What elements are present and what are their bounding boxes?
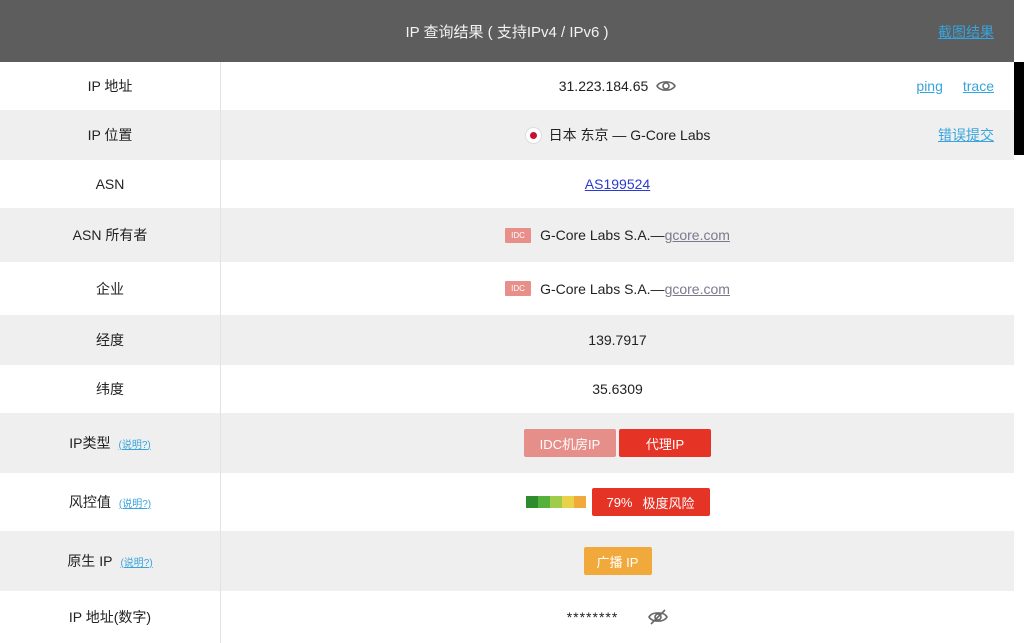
- asn-link[interactable]: AS199524: [585, 176, 650, 192]
- ip-address-value: 31.223.184.65: [558, 78, 649, 94]
- label-ip-type-cell: IP类型 (说明?): [0, 413, 221, 473]
- risk-level-text: 极度风险: [642, 495, 695, 511]
- latitude-value: 35.6309: [592, 381, 643, 397]
- company-name: G-Core Labs S.A.—: [540, 280, 665, 297]
- ip-tools: ping trace: [916, 62, 994, 110]
- risk-badge: 79% 极度风险: [591, 488, 710, 516]
- risk-bar-segment: [573, 496, 586, 508]
- label-native-ip-cell: 原生 IP (说明?): [0, 531, 221, 591]
- ip-number-masked-value: ********: [566, 609, 619, 625]
- risk-help-link[interactable]: (说明?): [119, 495, 151, 510]
- report-error-link[interactable]: 错误提交: [938, 125, 994, 145]
- tag-idc-ip: IDC机房IP: [524, 429, 616, 457]
- risk-bar-segment: [561, 496, 574, 508]
- risk-bar-segment: [549, 496, 562, 508]
- asn-owner-domain-link[interactable]: gcore.com: [665, 227, 730, 243]
- longitude-value: 139.7917: [588, 332, 647, 348]
- label-risk-score: 风控值: [68, 494, 111, 510]
- risk-bar-segment: [537, 496, 550, 508]
- asn-owner-name: G-Core Labs S.A.—: [540, 227, 665, 243]
- label-asn-owner: ASN 所有者: [0, 208, 221, 262]
- row-asn: ASN AS199524: [0, 160, 1014, 208]
- value-native-ip-cell: 广播 IP: [221, 531, 1014, 591]
- ping-link[interactable]: ping: [916, 78, 942, 94]
- value-ip-type-cell: IDC机房IP 代理IP: [221, 413, 1014, 473]
- tag-broadcast-ip: 广播 IP: [583, 547, 652, 575]
- label-latitude: 纬度: [0, 365, 221, 413]
- value-ip-location-cell: 日本 东京 — G-Core Labs 错误提交: [221, 110, 1014, 160]
- risk-percent: 79%: [606, 494, 633, 510]
- tag-proxy-ip: 代理IP: [619, 429, 711, 457]
- label-ip-type: IP类型: [69, 435, 111, 451]
- label-asn: ASN: [0, 160, 221, 208]
- row-risk-score: 风控值 (说明?) 79% 极度风险: [0, 473, 1014, 531]
- label-longitude: 经度: [0, 315, 221, 365]
- ip-location-value: 日本 东京 — G-Core Labs: [548, 127, 711, 143]
- value-company-cell: IDC G-Core Labs S.A.— gcore.com: [221, 262, 1014, 315]
- value-ip-number-cell: ********: [221, 591, 1014, 643]
- eye-slash-icon[interactable]: [648, 609, 669, 625]
- ip-result-panel: IP 查询结果 ( 支持IPv4 / IPv6 ) 截图结果 IP 地址 31.…: [0, 0, 1014, 643]
- row-latitude: 纬度 35.6309: [0, 365, 1014, 413]
- location-tools: 错误提交: [938, 110, 994, 160]
- row-company: 企业 IDC G-Core Labs S.A.— gcore.com: [0, 262, 1014, 315]
- value-ip-address-cell: 31.223.184.65 ping trace: [221, 62, 1014, 110]
- label-native-ip: 原生 IP: [67, 553, 113, 569]
- label-company: 企业: [0, 262, 221, 315]
- screenshot-result-link[interactable]: 截图结果: [938, 22, 994, 42]
- row-longitude: 经度 139.7917: [0, 315, 1014, 365]
- risk-bar-segment: [525, 496, 538, 508]
- label-ip-number: IP 地址(数字): [0, 591, 221, 643]
- value-asn-owner-cell: IDC G-Core Labs S.A.— gcore.com: [221, 208, 1014, 262]
- result-header: IP 查询结果 ( 支持IPv4 / IPv6 ) 截图结果: [0, 0, 1014, 62]
- label-ip-address: IP 地址: [0, 62, 221, 110]
- row-native-ip: 原生 IP (说明?) 广播 IP: [0, 531, 1014, 591]
- eye-icon[interactable]: [656, 79, 677, 93]
- risk-level-bar: [525, 496, 586, 508]
- row-ip-location: IP 位置 日本 东京 — G-Core Labs 错误提交: [0, 110, 1014, 160]
- idc-badge: IDC: [505, 227, 532, 243]
- company-domain-link[interactable]: gcore.com: [665, 281, 730, 297]
- row-ip-address: IP 地址 31.223.184.65 ping trace: [0, 62, 1014, 110]
- japan-flag-icon: [524, 126, 542, 144]
- header-title: IP 查询结果 ( 支持IPv4 / IPv6 ): [405, 23, 609, 41]
- row-asn-owner: ASN 所有者 IDC G-Core Labs S.A.— gcore.com: [0, 208, 1014, 262]
- label-risk-cell: 风控值 (说明?): [0, 473, 221, 531]
- row-ip-type: IP类型 (说明?) IDC机房IP 代理IP: [0, 413, 1014, 473]
- ip-type-help-link[interactable]: (说明?): [119, 436, 151, 451]
- scrollbar[interactable]: [1014, 62, 1024, 155]
- value-asn-cell: AS199524: [221, 160, 1014, 208]
- value-risk-cell: 79% 极度风险: [221, 473, 1014, 531]
- native-ip-help-link[interactable]: (说明?): [120, 554, 152, 569]
- label-ip-location: IP 位置: [0, 110, 221, 160]
- row-ip-number: IP 地址(数字) ********: [0, 591, 1014, 643]
- trace-link[interactable]: trace: [963, 78, 994, 94]
- idc-badge: IDC: [505, 281, 532, 296]
